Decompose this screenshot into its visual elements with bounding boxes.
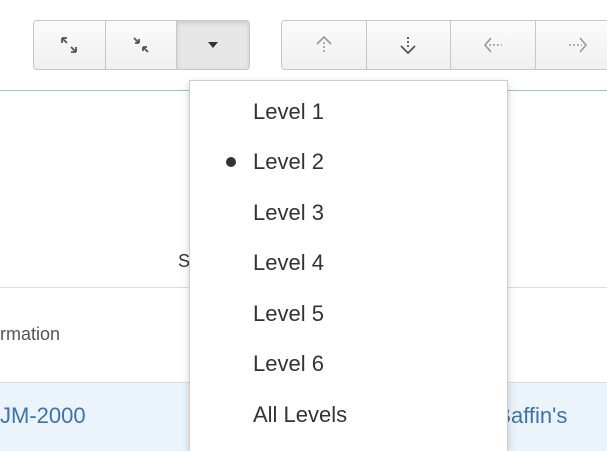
move-down-icon [400, 37, 416, 55]
collapse-icon [133, 37, 149, 53]
collapse-all-button[interactable] [105, 21, 178, 69]
menu-item-label: All Levels [253, 402, 348, 427]
level-dropdown-button[interactable] [177, 21, 249, 69]
move-group [281, 20, 607, 70]
move-up-button[interactable] [282, 21, 367, 69]
expand-icon [61, 37, 78, 53]
move-right-icon [568, 37, 587, 53]
column-header-information: rmation [0, 324, 61, 344]
menu-item-level-1[interactable]: Level 1 [190, 87, 507, 137]
menu-item-label: Level 4 [253, 250, 324, 275]
issue-key-link[interactable]: JM-2000 [0, 403, 86, 429]
expand-collapse-group [33, 20, 250, 70]
menu-item-label: Level 1 [253, 99, 324, 124]
selected-bullet-icon [226, 157, 236, 167]
menu-item-label: Level 2 [253, 149, 324, 174]
move-left-icon [483, 37, 502, 53]
level-dropdown-menu: Level 1 Level 2 Level 3 Level 4 Level 5 … [189, 80, 508, 451]
menu-item-level-5[interactable]: Level 5 [190, 289, 507, 339]
caret-down-icon [208, 42, 219, 48]
move-right-button[interactable] [535, 21, 607, 69]
menu-item-label: Level 5 [253, 301, 324, 326]
menu-item-label: Level 3 [253, 200, 324, 225]
expand-all-button[interactable] [34, 21, 106, 69]
menu-item-label: Level 6 [253, 351, 324, 376]
menu-item-level-6[interactable]: Level 6 [190, 339, 507, 389]
move-down-button[interactable] [366, 21, 451, 69]
menu-item-level-3[interactable]: Level 3 [190, 188, 507, 238]
move-up-icon [316, 35, 332, 53]
menu-item-level-2[interactable]: Level 2 [190, 137, 507, 187]
menu-item-level-4[interactable]: Level 4 [190, 238, 507, 288]
menu-item-all-levels[interactable]: All Levels [190, 390, 507, 440]
toolbar [0, 0, 607, 90]
move-left-button[interactable] [451, 21, 536, 69]
